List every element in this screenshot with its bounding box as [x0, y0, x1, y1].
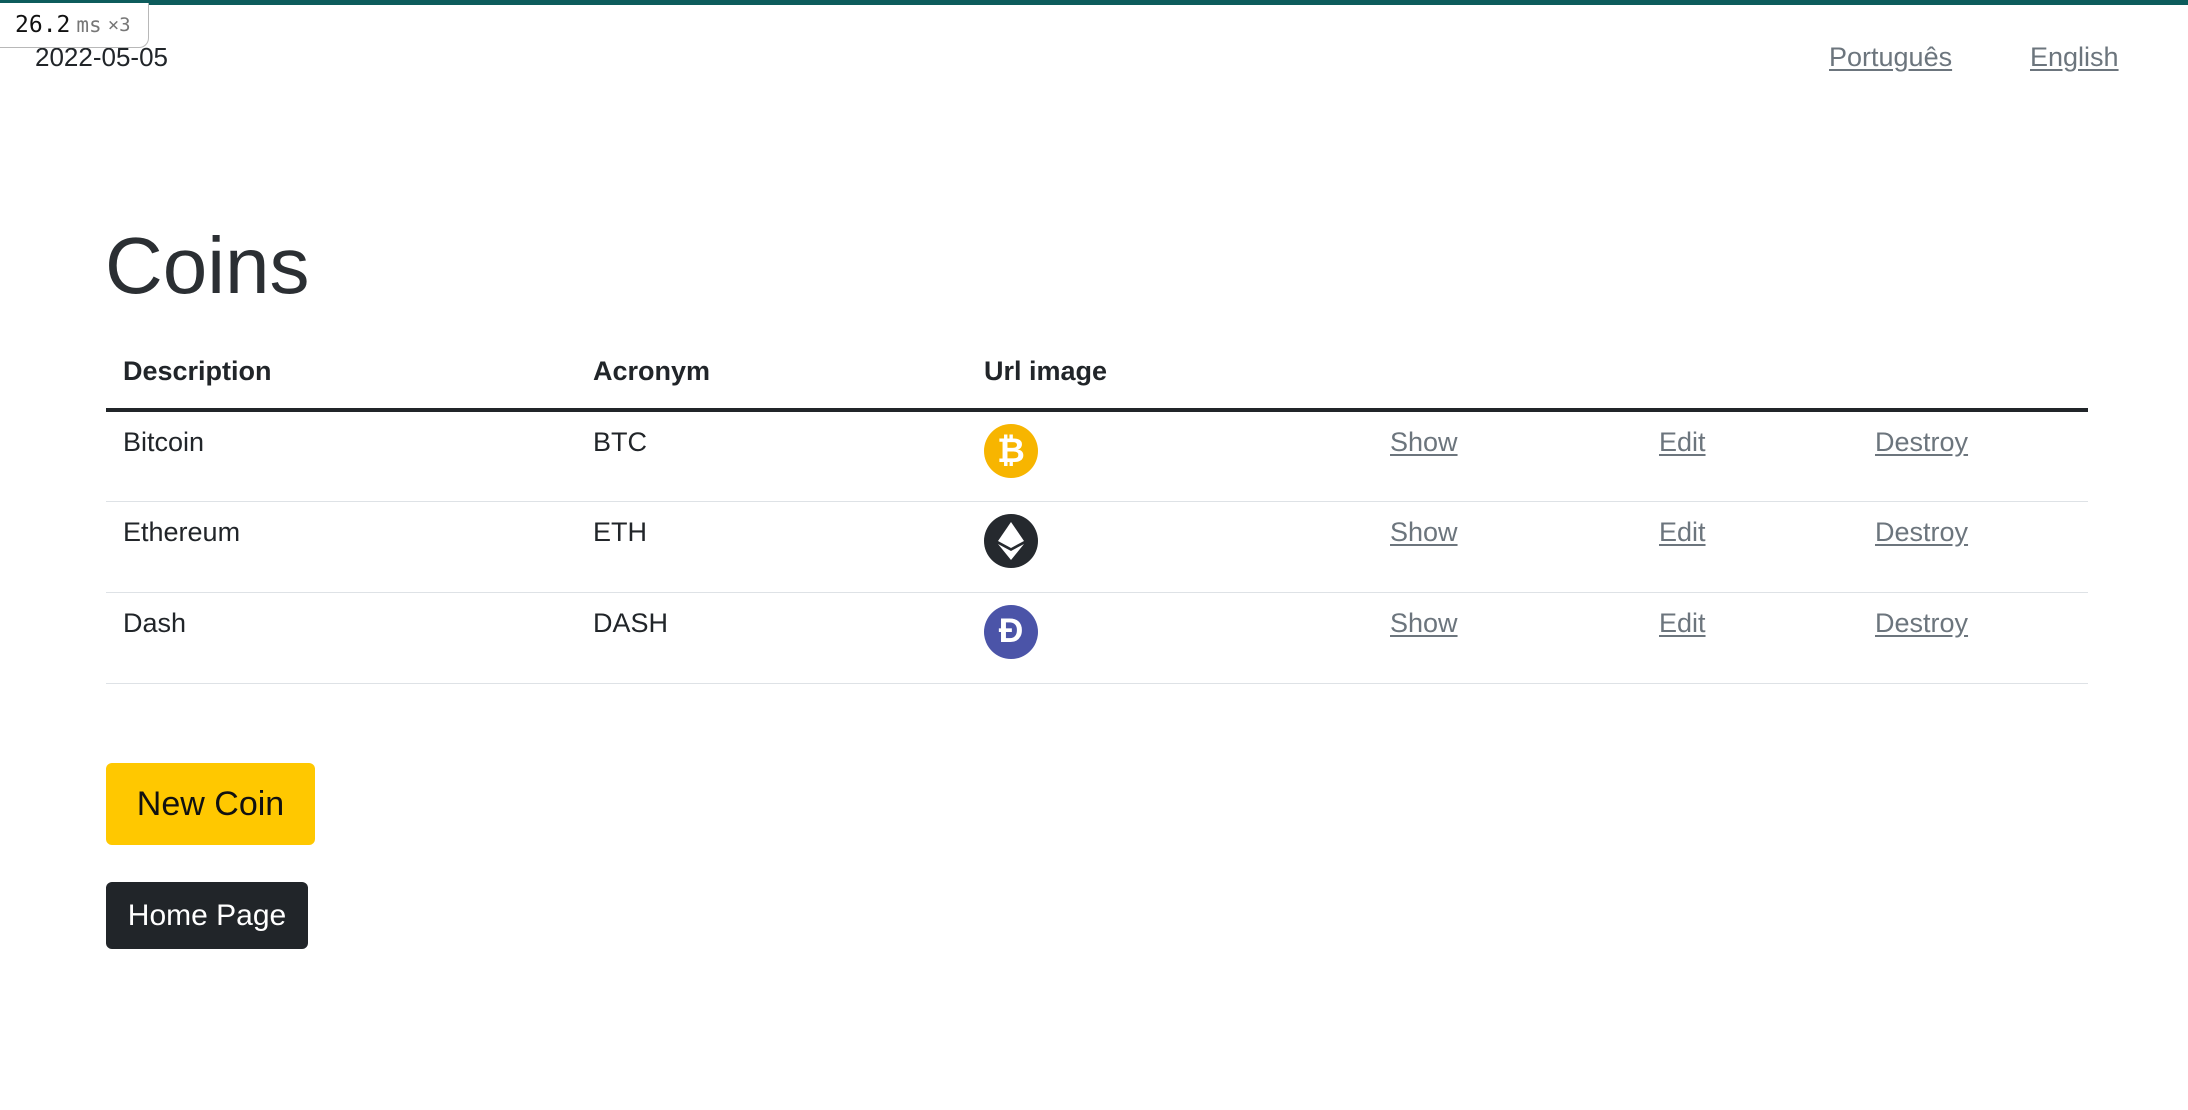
show-link[interactable]: Show: [1390, 517, 1458, 547]
cell-show: Show: [1373, 410, 1642, 502]
perf-unit: ms: [76, 13, 102, 37]
dash-icon: Đ: [984, 604, 1038, 659]
column-header-description: Description: [106, 334, 576, 412]
cell-acronym: BTC: [576, 410, 967, 502]
cell-show: Show: [1373, 592, 1642, 684]
destroy-link[interactable]: Destroy: [1875, 608, 1968, 638]
cell-destroy: Destroy: [1858, 410, 2088, 502]
ethereum-icon: [984, 513, 1038, 568]
cell-acronym: DASH: [576, 592, 967, 684]
destroy-link[interactable]: Destroy: [1875, 427, 1968, 457]
cell-description: Dash: [106, 592, 576, 684]
cell-image: ₿: [967, 410, 1373, 502]
cell-destroy: Destroy: [1858, 592, 2088, 684]
edit-link[interactable]: Edit: [1659, 427, 1706, 457]
show-link[interactable]: Show: [1390, 427, 1458, 457]
cell-description: Bitcoin: [106, 410, 576, 502]
cell-destroy: Destroy: [1858, 501, 2088, 593]
perf-value: 26.2: [15, 12, 71, 38]
table-row: Bitcoin BTC ₿ Show Edit Destroy: [106, 410, 2088, 502]
table-row: Ethereum ETH Show Edit Destroy: [106, 501, 2088, 593]
show-link[interactable]: Show: [1390, 608, 1458, 638]
top-accent-strip: [0, 0, 2188, 5]
column-header-actions-edit: [1642, 334, 1858, 412]
cell-image: Đ: [967, 592, 1373, 684]
edit-link[interactable]: Edit: [1659, 517, 1706, 547]
cell-edit: Edit: [1642, 501, 1858, 593]
perf-badge: 26.2 ms ×3: [0, 3, 149, 48]
table-row: Dash DASH Đ Show Edit Destroy: [106, 592, 2088, 684]
language-link-portuguese[interactable]: Português: [1829, 42, 1952, 73]
table-header-row: Description Acronym Url image: [106, 334, 2088, 412]
edit-link[interactable]: Edit: [1659, 608, 1706, 638]
language-link-english[interactable]: English: [2030, 42, 2119, 73]
column-header-url-image: Url image: [967, 334, 1373, 412]
cell-edit: Edit: [1642, 410, 1858, 502]
cell-edit: Edit: [1642, 592, 1858, 684]
cell-description: Ethereum: [106, 501, 576, 593]
ethereum-diamond-glyph: [998, 521, 1024, 560]
column-header-actions-destroy: [1858, 334, 2088, 412]
destroy-link[interactable]: Destroy: [1875, 517, 1968, 547]
cell-image: [967, 501, 1373, 593]
cell-show: Show: [1373, 501, 1642, 593]
coins-table: Description Acronym Url image Bitcoin BT…: [106, 334, 2088, 684]
perf-multiplier: ×3: [107, 14, 131, 36]
home-page-button[interactable]: Home Page: [106, 882, 308, 949]
cell-acronym: ETH: [576, 501, 967, 593]
new-coin-button[interactable]: New Coin: [106, 763, 315, 845]
column-header-acronym: Acronym: [576, 334, 967, 412]
page-title: Coins: [105, 221, 310, 310]
column-header-actions-show: [1373, 334, 1642, 412]
bitcoin-icon: ₿: [984, 424, 1038, 478]
